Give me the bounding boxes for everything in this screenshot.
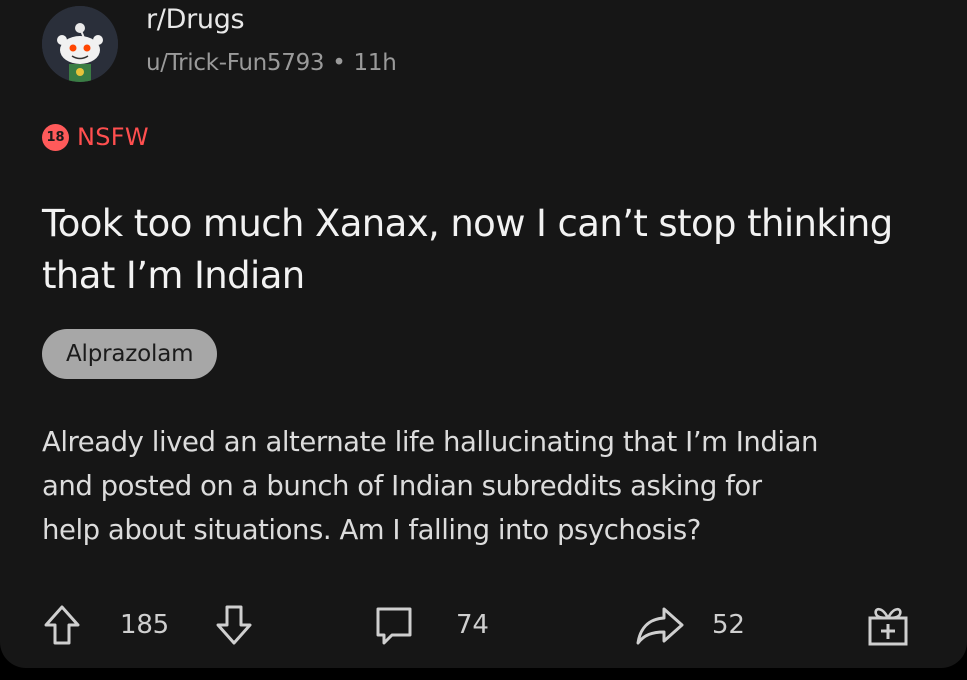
- share-count: 52: [712, 610, 745, 640]
- award-button[interactable]: [864, 590, 912, 660]
- nsfw-18-icon: 18: [42, 123, 69, 151]
- post-body-line: help about situations. Am I falling into…: [42, 514, 701, 546]
- post-card: r/Drugs u/Trick-Fun5793 • 11h 18 NSFW Took…: [0, 0, 967, 668]
- subreddit-avatar[interactable]: [42, 6, 118, 82]
- share-arrow-icon: [634, 603, 686, 647]
- comment-bubble-icon: [372, 603, 416, 647]
- comment-count-wrap: 74: [456, 590, 489, 660]
- vote-count: 185: [120, 610, 170, 640]
- post-flair[interactable]: Alprazolam: [42, 329, 218, 379]
- post-meta: u/Trick-Fun5793 • 11h: [146, 50, 397, 76]
- vote-count-wrap: 185: [120, 590, 169, 660]
- comment-count: 74: [456, 610, 489, 640]
- author-link[interactable]: u/Trick-Fun5793: [146, 50, 325, 76]
- nsfw-tag: 18 NSFW: [42, 123, 149, 151]
- post-body: Already lived an alternate life hallucin…: [42, 420, 952, 552]
- gift-award-icon: [864, 602, 912, 648]
- post-title[interactable]: Took too much Xanax, now I can’t stop th…: [42, 198, 922, 302]
- upvote-button[interactable]: [42, 590, 82, 660]
- share-button[interactable]: [634, 590, 686, 660]
- arrow-up-icon: [42, 603, 82, 647]
- meta-separator: •: [332, 50, 346, 76]
- downvote-button[interactable]: [214, 590, 254, 660]
- arrow-down-icon: [214, 603, 254, 647]
- post-body-line: Already lived an alternate life hallucin…: [42, 426, 818, 458]
- post-body-line: and posted on a bunch of Indian subreddi…: [42, 470, 762, 502]
- nsfw-label: NSFW: [77, 123, 149, 151]
- subreddit-name[interactable]: r/Drugs: [146, 4, 245, 35]
- snoo-avatar-icon: [42, 6, 118, 82]
- post-age: 11h: [353, 50, 397, 76]
- comments-button[interactable]: [372, 590, 416, 660]
- share-count-wrap: 52: [712, 590, 745, 660]
- action-bar: 185 74 52: [0, 590, 967, 660]
